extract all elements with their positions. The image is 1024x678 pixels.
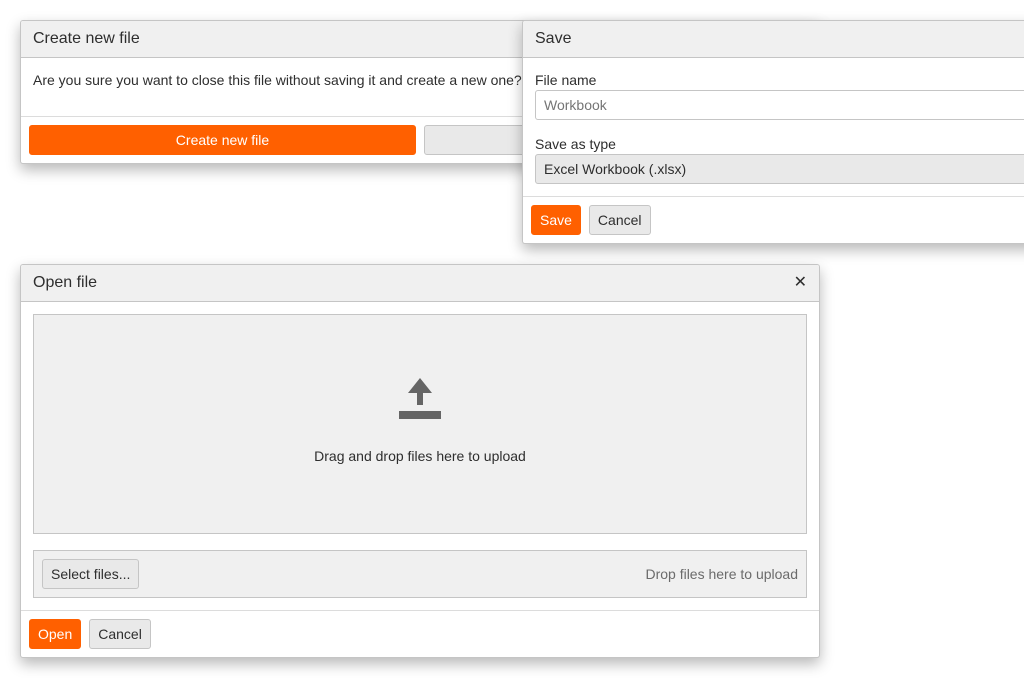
save-dialog-footer: Save Cancel [523,197,1024,243]
create-new-file-button[interactable]: Create new file [29,125,416,155]
close-icon[interactable]: ✕ [794,275,807,291]
open-dialog-cancel-button[interactable]: Cancel [89,619,151,649]
save-dialog-body: File name Save as type Excel Workbook (.… [523,58,1024,197]
save-button[interactable]: Save [531,205,581,235]
save-dialog-cancel-button[interactable]: Cancel [588,205,651,235]
save-as-type-value: Excel Workbook (.xlsx) [544,161,687,177]
save-as-type-label: Save as type [535,136,616,152]
save-dialog-title: Save [535,30,572,47]
file-name-label: File name [535,72,597,88]
open-dialog-title: Open file [33,274,98,291]
upload-icon [399,378,441,419]
dropzone-text: Drag and drop files here to upload [314,448,526,464]
drop-hint-text: Drop files here to upload [645,566,798,582]
save-as-type-select[interactable]: Excel Workbook (.xlsx) [535,154,1024,184]
file-name-input[interactable] [535,90,1024,120]
open-file-dialog: Open file ✕ Drag and drop files here to … [20,264,820,658]
select-files-button[interactable]: Select files... [42,559,140,589]
open-dialog-footer: Open Cancel [21,610,819,657]
open-button[interactable]: Open [29,619,82,649]
create-dialog-title: Create new file [33,30,140,47]
save-dialog-titlebar[interactable]: Save [523,21,1024,58]
open-dialog-titlebar[interactable]: Open file ✕ [21,265,819,302]
upload-bar: Select files... Drop files here to uploa… [33,550,807,598]
file-dropzone[interactable]: Drag and drop files here to upload [33,314,807,534]
create-dialog-message: Are you sure you want to close this file… [33,72,522,88]
save-dialog: Save File name Save as type Excel Workbo… [522,20,1024,244]
